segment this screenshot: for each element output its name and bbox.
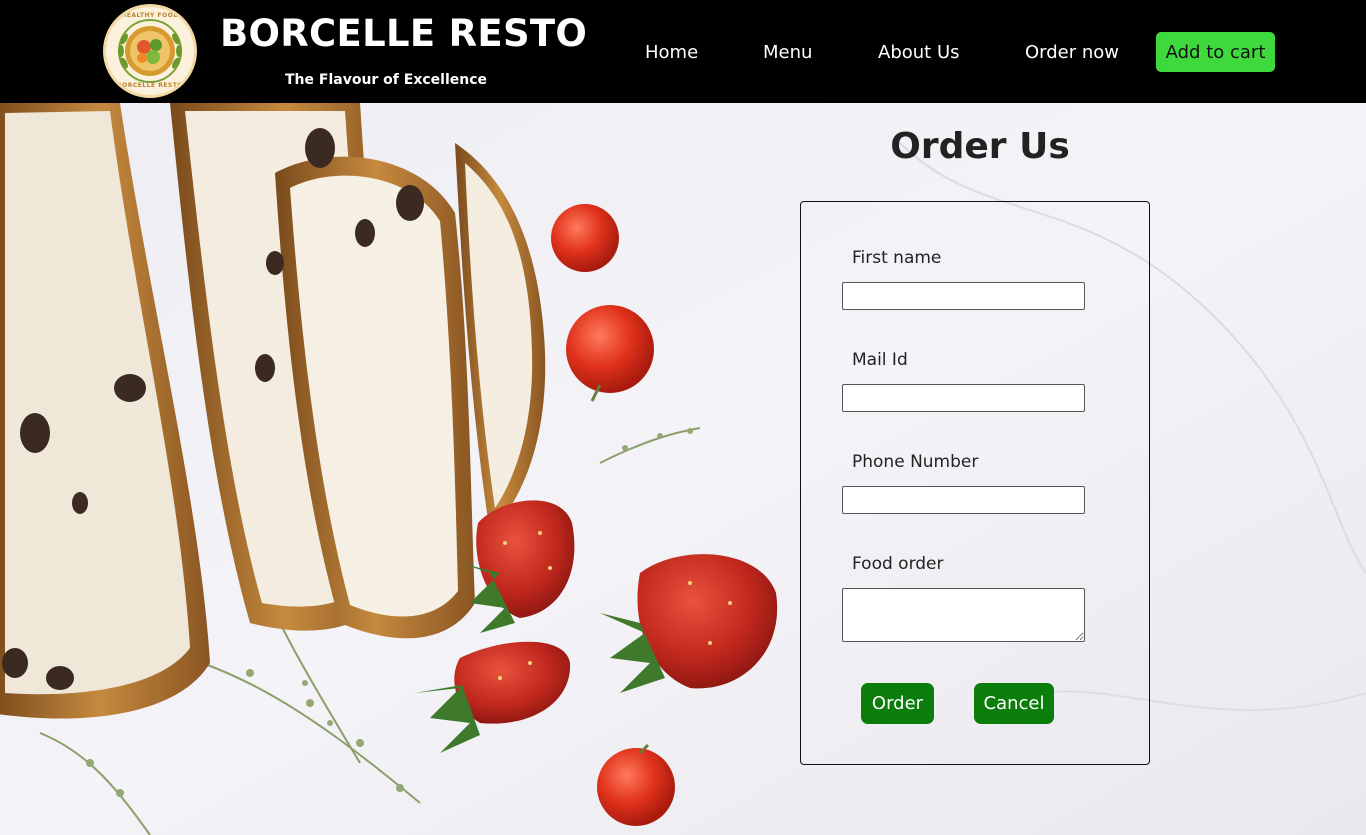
nav-home[interactable]: Home [645,42,698,63]
navbar: HEALTHY FOOD BORCELLE RESTO BORCELLE RES… [0,0,1366,103]
order-button[interactable]: Order [861,683,934,724]
phone-number-input[interactable] [842,486,1085,514]
brand-tagline: The Flavour of Excellence [285,72,488,88]
nav-about-us[interactable]: About Us [878,42,960,63]
hero-food-photo [0,103,1366,835]
order-form-title: Order Us [890,126,1070,167]
logo-top-text: HEALTHY FOOD [121,12,179,19]
first-name-input[interactable] [842,282,1085,310]
phone-number-label: Phone Number [852,452,979,472]
add-to-cart-button[interactable]: Add to cart [1156,32,1275,72]
mail-id-input[interactable] [842,384,1085,412]
logo-healthy-food-icon[interactable]: HEALTHY FOOD BORCELLE RESTO [103,4,197,98]
nav-menu[interactable]: Menu [763,42,812,63]
logo-bottom-text: BORCELLE RESTO [117,82,183,89]
cancel-button[interactable]: Cancel [974,683,1054,724]
nav-order-now[interactable]: Order now [1025,42,1119,63]
food-order-textarea[interactable] [842,588,1085,642]
food-order-label: Food order [852,554,944,574]
order-form: First name Mail Id Phone Number Food ord… [800,201,1150,765]
brand-name: BORCELLE RESTO [220,12,588,55]
first-name-label: First name [852,248,942,268]
mail-id-label: Mail Id [852,350,908,370]
